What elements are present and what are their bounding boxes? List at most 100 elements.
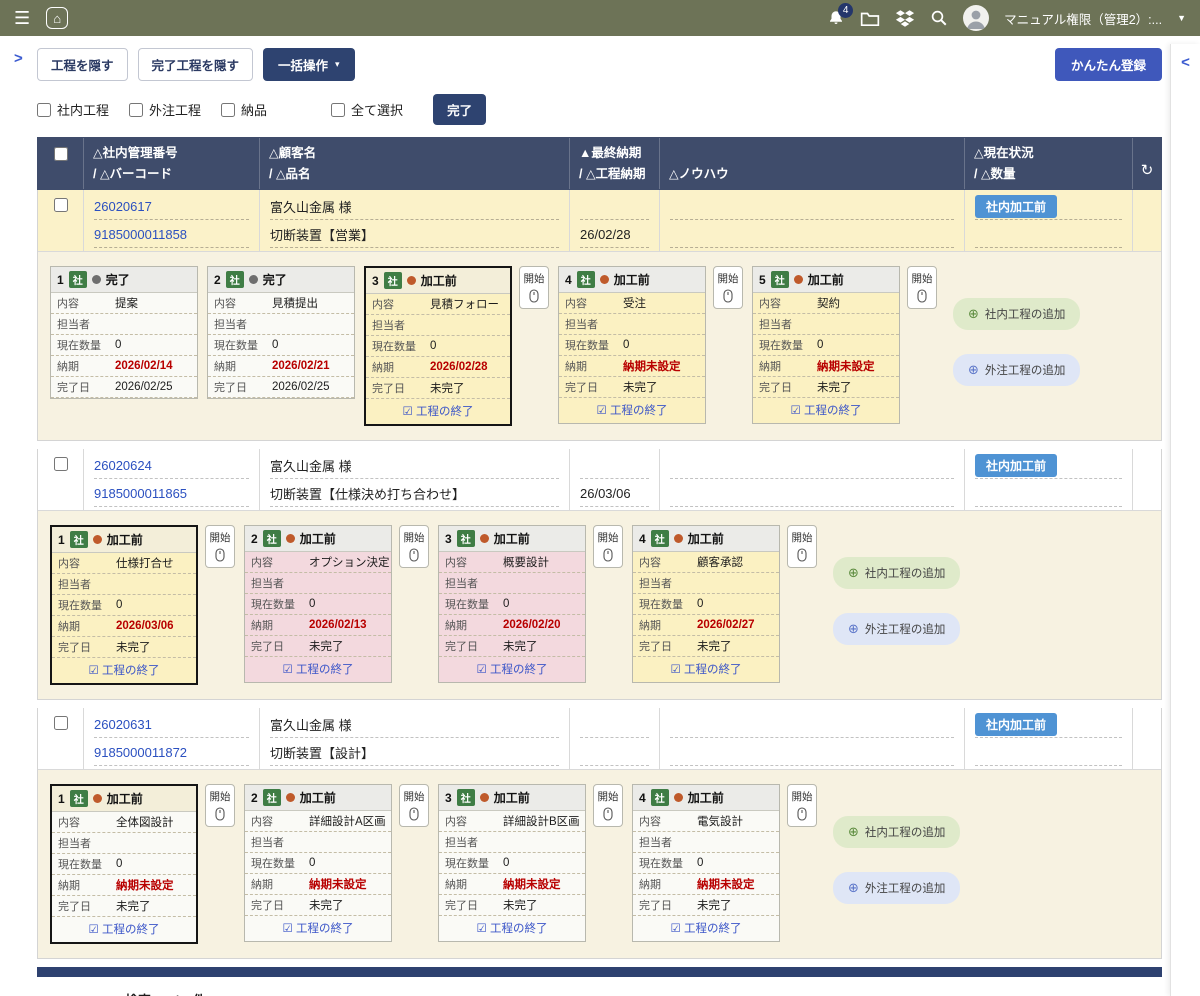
column-header-id[interactable]: △社内管理番号 / △バーコード	[84, 138, 260, 189]
user-menu-label[interactable]: マニュアル権限（管理2）:...	[1004, 9, 1162, 28]
process-card[interactable]: 3 社 加工前 内容概要設計 担当者 現在数量0 納期2026/02/20 完了…	[438, 525, 586, 683]
end-process-link[interactable]: ☑ 工程の終了	[88, 924, 159, 936]
order-id-link[interactable]: 26020617	[94, 199, 152, 214]
start-process-button[interactable]: 開始	[399, 784, 429, 827]
process-group: 1 社 完了 内容提案 担当者 現在数量0 納期2026/02/14 完了日20…	[50, 266, 198, 399]
process-card[interactable]: 3 社 加工前 内容見積フォロー 担当者 現在数量0 納期2026/02/28 …	[364, 266, 512, 426]
user-menu-caret-icon[interactable]: ▼	[1177, 13, 1186, 23]
final-due-date: 26/02/28	[580, 221, 649, 248]
expand-panel-left-icon[interactable]: >	[14, 50, 23, 67]
dropbox-icon[interactable]	[895, 9, 915, 28]
start-process-button[interactable]: 開始	[907, 266, 937, 309]
start-process-button[interactable]: 開始	[787, 525, 817, 568]
quantity-value: 0	[309, 857, 315, 869]
due-label: 納期	[372, 359, 424, 375]
process-status-dot-icon	[480, 793, 489, 802]
start-process-button[interactable]: 開始	[593, 784, 623, 827]
start-process-button[interactable]: 開始	[205, 525, 235, 568]
add-external-process-button[interactable]: ⊕ 外注工程の追加	[953, 354, 1080, 386]
easy-register-button[interactable]: かんたん登録	[1055, 48, 1162, 81]
start-process-button[interactable]: 開始	[713, 266, 743, 309]
home-icon[interactable]: ⌂	[46, 7, 68, 29]
process-card[interactable]: 2 社 加工前 内容オプション決定 担当者 現在数量0 納期2026/02/13…	[244, 525, 392, 683]
search-icon[interactable]	[930, 9, 948, 27]
column-header-due[interactable]: ▲最終納期 / △工程納期	[570, 138, 660, 189]
start-process-button[interactable]: 開始	[205, 784, 235, 827]
start-process-button[interactable]: 開始	[519, 266, 549, 309]
filter-select-all-checkbox[interactable]	[331, 103, 345, 117]
collapse-panel-right-icon[interactable]: <	[1181, 54, 1190, 996]
process-card[interactable]: 2 社 加工前 内容詳細設計A区画 担当者 現在数量0 納期納期未設定 完了日未…	[244, 784, 392, 942]
notification-bell-icon[interactable]: 4	[827, 9, 845, 27]
row-checkbox[interactable]	[54, 198, 68, 212]
process-card[interactable]: 5 社 加工前 内容契約 担当者 現在数量0 納期納期未設定 完了日未完了 ☑ …	[752, 266, 900, 424]
process-card[interactable]: 4 社 加工前 内容受注 担当者 現在数量0 納期納期未設定 完了日未完了 ☑ …	[558, 266, 706, 424]
process-card[interactable]: 2 社 完了 内容見積提出 担当者 現在数量0 納期2026/02/21 完了日…	[207, 266, 355, 399]
end-process-link[interactable]: ☑ 工程の終了	[402, 406, 473, 418]
add-external-process-button[interactable]: ⊕ 外注工程の追加	[833, 613, 960, 645]
refresh-icon[interactable]: ↻	[1141, 159, 1154, 184]
hide-completed-process-button[interactable]: 完了工程を隠す	[138, 48, 254, 81]
start-label: 開始	[718, 271, 739, 286]
bulk-action-button[interactable]: 一括操作 ▾	[263, 48, 355, 81]
filter-external-process[interactable]: 外注工程	[129, 100, 201, 119]
order-barcode-link[interactable]: 9185000011858	[94, 227, 187, 242]
order-id-link[interactable]: 26020624	[94, 458, 152, 473]
horizontal-scrollbar[interactable]	[37, 967, 1162, 977]
assignee-label: 担当者	[251, 834, 303, 850]
column-header-status[interactable]: △現在状況 / △数量	[965, 138, 1133, 189]
select-all-rows-checkbox[interactable]	[54, 147, 68, 161]
end-process-link[interactable]: ☑ 工程の終了	[670, 923, 741, 935]
process-number: 3	[445, 791, 452, 805]
end-process-link[interactable]: ☑ 工程の終了	[476, 664, 547, 676]
column-header-knowhow[interactable]: △ノウハウ	[660, 138, 965, 189]
add-internal-process-button[interactable]: ⊕ 社内工程の追加	[953, 298, 1080, 330]
filter-delivery-checkbox[interactable]	[221, 103, 235, 117]
row-checkbox[interactable]	[54, 457, 68, 471]
order-barcode-link[interactable]: 9185000011865	[94, 486, 187, 501]
complete-button[interactable]: 完了	[433, 94, 486, 125]
folder-icon[interactable]	[860, 10, 880, 27]
filter-delivery[interactable]: 納品	[221, 100, 267, 119]
menu-icon[interactable]: ☰	[14, 8, 30, 29]
end-process-link[interactable]: ☑ 工程の終了	[282, 923, 353, 935]
status-badge[interactable]: 社内加工前	[975, 195, 1057, 218]
filter-internal-checkbox[interactable]	[37, 103, 51, 117]
start-process-button[interactable]: 開始	[593, 525, 623, 568]
end-process-link[interactable]: ☑ 工程の終了	[476, 923, 547, 935]
process-card[interactable]: 1 社 完了 内容提案 担当者 現在数量0 納期2026/02/14 完了日20…	[50, 266, 198, 399]
end-process-link[interactable]: ☑ 工程の終了	[596, 405, 667, 417]
avatar[interactable]	[963, 5, 989, 31]
process-type-badge: 社	[577, 271, 595, 288]
add-internal-process-button[interactable]: ⊕ 社内工程の追加	[833, 557, 960, 589]
status-badge[interactable]: 社内加工前	[975, 454, 1057, 477]
mouse-icon	[529, 289, 539, 303]
plus-circle-icon: ⊕	[848, 880, 859, 896]
status-badge[interactable]: 社内加工前	[975, 713, 1057, 736]
add-internal-process-button[interactable]: ⊕ 社内工程の追加	[833, 816, 960, 848]
end-process-link[interactable]: ☑ 工程の終了	[670, 664, 741, 676]
due-label: 納期	[58, 618, 110, 634]
end-process-link[interactable]: ☑ 工程の終了	[88, 665, 159, 677]
row-checkbox[interactable]	[54, 716, 68, 730]
column-header-customer[interactable]: △顧客名 / △品名	[260, 138, 570, 189]
process-card[interactable]: 1 社 加工前 内容全体図設計 担当者 現在数量0 納期納期未設定 完了日未完了…	[50, 784, 198, 944]
start-process-button[interactable]: 開始	[787, 784, 817, 827]
end-process-link[interactable]: ☑ 工程の終了	[282, 664, 353, 676]
end-process-link[interactable]: ☑ 工程の終了	[790, 405, 861, 417]
process-card[interactable]: 3 社 加工前 内容詳細設計B区画 担当者 現在数量0 納期納期未設定 完了日未…	[438, 784, 586, 942]
process-card[interactable]: 4 社 加工前 内容顧客承認 担当者 現在数量0 納期2026/02/27 完了…	[632, 525, 780, 683]
hide-process-button[interactable]: 工程を隠す	[37, 48, 128, 81]
process-card[interactable]: 1 社 加工前 内容仕様打合せ 担当者 現在数量0 納期2026/03/06 完…	[50, 525, 198, 685]
filter-external-checkbox[interactable]	[129, 103, 143, 117]
process-card[interactable]: 4 社 加工前 内容電気設計 担当者 現在数量0 納期納期未設定 完了日未完了 …	[632, 784, 780, 942]
order-id-link[interactable]: 26020631	[94, 717, 152, 732]
order-barcode-link[interactable]: 9185000011872	[94, 745, 187, 760]
process-group: 1 社 加工前 内容全体図設計 担当者 現在数量0 納期納期未設定 完了日未完了…	[50, 784, 235, 944]
quantity-value: 0	[697, 857, 703, 869]
add-external-process-button[interactable]: ⊕ 外注工程の追加	[833, 872, 960, 904]
content-value: 契約	[817, 295, 840, 311]
filter-internal-process[interactable]: 社内工程	[37, 100, 109, 119]
filter-select-all[interactable]: 全て選択	[331, 100, 403, 119]
start-process-button[interactable]: 開始	[399, 525, 429, 568]
